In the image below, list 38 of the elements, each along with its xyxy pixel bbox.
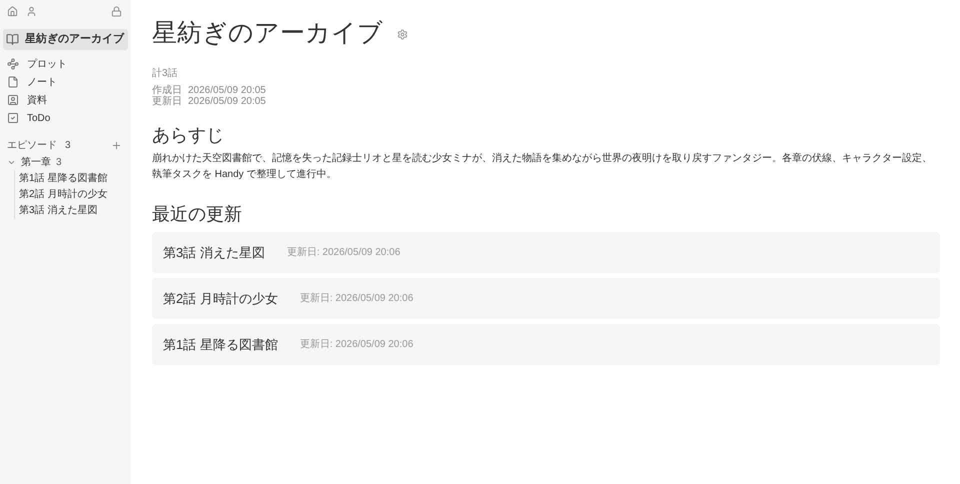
meta-value: 2026/05/09 20:05 xyxy=(188,85,266,96)
section-label: エピソード xyxy=(7,138,57,152)
updated-date: 更新日: 2026/05/09 20:06 xyxy=(300,292,414,306)
settings-icon[interactable] xyxy=(397,29,408,40)
project-item[interactable]: 星紡ぎのアーカイブ xyxy=(3,29,128,50)
nav-item[interactable]: ノート xyxy=(3,73,128,91)
card-title: 第3話 消えた星図 xyxy=(163,244,265,262)
user-icon[interactable] xyxy=(26,6,37,16)
chapter-item[interactable]: 第一章 xyxy=(21,154,51,170)
page-title: 星紡ぎのアーカイブ xyxy=(152,18,383,49)
synopsis-text: 崩れかけた天空図書館で、記憶を失った記録士リオと星を読む少女ミナが、消えた物語を集めながら世界の夜明けを取り戻すファンタジー。各章の伏線、キャラクター設定、執筆タスクを Handy で整理して進行中。 xyxy=(152,152,933,182)
book-icon xyxy=(6,33,19,46)
home-icon[interactable] xyxy=(7,6,18,16)
add-icon[interactable] xyxy=(111,140,122,150)
recent-card[interactable]: 第3話 消えた星図 更新日: 2026/05/09 20:06 xyxy=(152,232,940,273)
updated-date: 更新日: 2026/05/09 20:06 xyxy=(300,338,414,352)
recent-card[interactable]: 第2話 月時計の少女 更新日: 2026/05/09 20:06 xyxy=(152,278,940,319)
section-heading: あらすじ xyxy=(152,124,224,147)
meta-value: 2026/05/09 20:05 xyxy=(188,96,266,107)
count-label: 3 xyxy=(56,156,62,170)
meta-label: 作成日 xyxy=(152,85,182,96)
episode-item[interactable]: 第2話 月時計の少女 xyxy=(19,187,128,203)
nav-item[interactable]: 資料 xyxy=(3,91,128,109)
section-heading: 最近の更新 xyxy=(152,203,242,226)
card-title: 第1話 星降る図書館 xyxy=(163,336,278,354)
recent-card[interactable]: 第1話 星降る図書館 更新日: 2026/05/09 20:06 xyxy=(152,324,940,365)
count-label: 3 xyxy=(65,138,71,152)
nav-item[interactable]: ToDo xyxy=(3,109,128,127)
card-title: 第2話 月時計の少女 xyxy=(163,290,278,308)
meta-label: 更新日 xyxy=(152,96,182,107)
updated-date: 更新日: 2026/05/09 20:06 xyxy=(286,246,400,260)
episode-item[interactable]: 第1話 星降る図書館 xyxy=(19,171,128,187)
episode-total: 計3話 xyxy=(152,66,178,81)
checkbox-icon xyxy=(7,112,19,124)
plot-icon xyxy=(7,58,19,70)
episode-item[interactable]: 第3話 消えた星図 xyxy=(19,203,128,219)
nav-item[interactable]: プロット xyxy=(3,55,128,73)
lock-icon[interactable] xyxy=(111,6,122,16)
